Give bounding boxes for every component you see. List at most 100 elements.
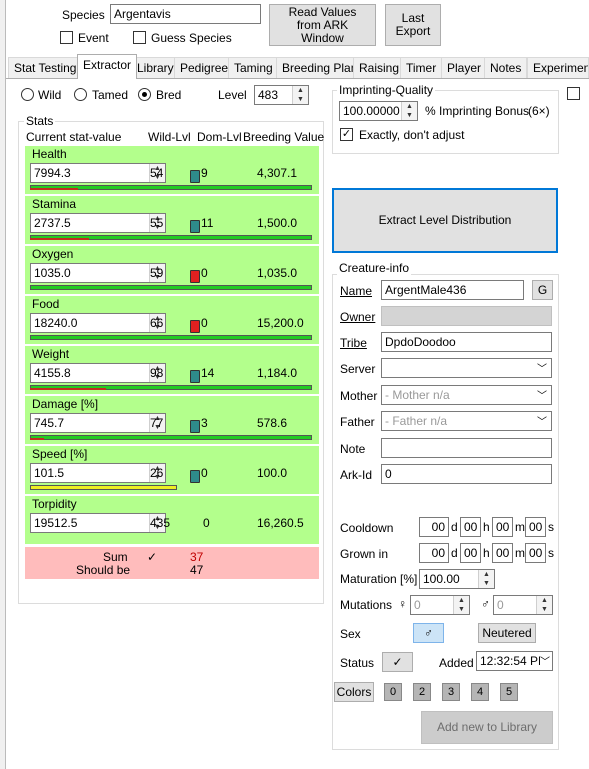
stat-value-input[interactable]: 1035.0 ▲ ▼ (30, 263, 166, 283)
imprinting-input[interactable]: 100.00000 ▲ ▼ (339, 101, 418, 121)
server-select[interactable]: ﹀ (381, 358, 552, 378)
ark-id-label: Ark-Id (340, 468, 373, 482)
stat-dom-level: 9 (201, 166, 208, 180)
stat-value-input[interactable]: 19512.5 ▲ ▼ (30, 513, 166, 533)
stat-dom-level: 0 (201, 266, 208, 280)
color-slot-button[interactable]: 4 (471, 683, 489, 701)
name-label[interactable]: Name (340, 284, 372, 298)
added-datetime[interactable]: 12:32:54 PM ﹀ (476, 651, 553, 671)
stat-value-input[interactable]: 101.5 ▲ ▼ (30, 463, 166, 483)
color-slot-button[interactable]: 2 (413, 683, 431, 701)
timer-s-input[interactable]: 00 (525, 543, 546, 563)
last-export-button[interactable]: Last Export (385, 4, 441, 46)
timer-h-input[interactable]: 00 (460, 543, 481, 563)
stat-dom-level: 0 (203, 516, 210, 530)
ark-id-input[interactable]: 0 (381, 464, 552, 484)
maturation-input[interactable]: 100.00 ▲ ▼ (419, 569, 495, 589)
tab-stat-testing[interactable]: Stat Testing (8, 57, 83, 78)
stat-value: 101.5 (34, 466, 65, 480)
read-values-button[interactable]: Read Values from ARK Window (269, 4, 376, 46)
mother-placeholder: - Mother n/a (385, 388, 450, 402)
locked-icon[interactable] (190, 270, 200, 283)
guess-species-checkbox[interactable] (133, 31, 146, 44)
tab-notes[interactable]: Notes (484, 57, 528, 78)
tab-pedigree[interactable]: Pedigree (174, 57, 235, 78)
neutered-button[interactable]: Neutered (478, 623, 536, 643)
stat-level-bar (30, 485, 177, 490)
tab-breeding-plan[interactable]: Breeding Plan (276, 57, 364, 78)
color-slot-button[interactable]: 3 (442, 683, 460, 701)
generate-name-button[interactable]: G (532, 280, 553, 300)
event-checkbox[interactable] (60, 31, 73, 44)
sex-button[interactable]: ♂ (413, 623, 444, 643)
mutations-female-input[interactable]: 0 ▲ ▼ (410, 595, 470, 615)
stat-wild-level-bar (30, 188, 78, 190)
mutations-female-spinner[interactable]: ▲ ▼ (453, 596, 469, 614)
level-input[interactable]: 483 ▲ ▼ (254, 85, 309, 105)
stat-name: Food (32, 297, 60, 311)
level-spinner[interactable]: ▲ ▼ (292, 86, 308, 104)
tribe-label[interactable]: Tribe (340, 336, 367, 350)
chevron-down-icon: ﹀ (537, 417, 547, 428)
species-input[interactable]: Argentavis (110, 4, 261, 24)
owner-label[interactable]: Owner (340, 310, 375, 324)
stat-value-input[interactable]: 2737.5 ▲ ▼ (30, 213, 166, 233)
unlocked-icon[interactable] (190, 420, 200, 433)
stat-value-input[interactable]: 4155.8 ▲ ▼ (30, 363, 166, 383)
tamed-radio[interactable] (74, 88, 87, 101)
timer-h-input[interactable]: 00 (460, 517, 481, 537)
color-slot-button[interactable]: 0 (384, 683, 402, 701)
tab-player[interactable]: Player (441, 57, 488, 78)
col-dom-lvl: Dom-Lvl (197, 130, 242, 144)
stat-breeding-value: 15,200.0 (257, 316, 304, 330)
exactly-checkbox[interactable]: ✓ (340, 128, 353, 141)
mutations-male-input[interactable]: 0 ▲ ▼ (493, 595, 553, 615)
stat-value: 19512.5 (34, 516, 78, 530)
timer-s-input[interactable]: 00 (525, 517, 546, 537)
tab-experimental[interactable]: Experimenta (527, 57, 589, 78)
tab-extractor[interactable]: Extractor (77, 54, 138, 79)
colors-button[interactable]: Colors (334, 682, 374, 702)
father-select[interactable]: - Father n/a ﹀ (381, 411, 552, 431)
timer-h-unit: h (483, 546, 490, 560)
timer-m-input[interactable]: 00 (492, 543, 513, 563)
extract-level-button[interactable]: Extract Level Distribution (332, 188, 558, 253)
locked-icon[interactable] (190, 320, 200, 333)
status-button[interactable]: ✓ (382, 652, 413, 672)
stat-wild-level-bar (30, 438, 44, 440)
wild-radio[interactable] (21, 88, 34, 101)
timer-d-input[interactable]: 00 (419, 517, 449, 537)
stat-value-input[interactable]: 745.7 ▲ ▼ (30, 413, 166, 433)
owner-input[interactable] (381, 306, 552, 326)
stat-row-food: Food 18240.0 ▲ ▼ 66 0 15,200.0 (25, 296, 319, 344)
stat-row-health: Health 7994.3 ▲ ▼ 54 9 4,307.1 (25, 146, 319, 194)
mutations-male-spinner[interactable]: ▲ ▼ (536, 596, 552, 614)
stat-value: 745.7 (34, 416, 65, 430)
imprinting-spinner[interactable]: ▲ ▼ (401, 102, 417, 120)
tab-library[interactable]: Library (131, 57, 180, 78)
note-input[interactable] (381, 438, 552, 458)
name-input[interactable]: ArgentMale436 (381, 280, 524, 300)
stat-value-input[interactable]: 18240.0 ▲ ▼ (30, 313, 166, 333)
note-label: Note (340, 442, 366, 456)
unlocked-icon[interactable] (190, 220, 200, 233)
add-to-library-button[interactable]: Add new to Library (421, 711, 553, 744)
tab-taming[interactable]: Taming (228, 57, 279, 78)
unlocked-icon[interactable] (190, 470, 200, 483)
right-edge-checkbox[interactable] (567, 87, 580, 100)
tab-timer[interactable]: Timer (400, 57, 443, 78)
color-slot-button[interactable]: 5 (500, 683, 518, 701)
unlocked-icon[interactable] (190, 370, 200, 383)
status-label: Status (340, 656, 375, 670)
bred-radio[interactable] (138, 88, 151, 101)
timer-d-input[interactable]: 00 (419, 543, 449, 563)
species-label: Species (62, 8, 105, 22)
maturation-spinner[interactable]: ▲ ▼ (478, 570, 494, 588)
timer-m-input[interactable]: 00 (492, 517, 513, 537)
stat-value-input[interactable]: 7994.3 ▲ ▼ (30, 163, 166, 183)
tab-raising[interactable]: Raising (353, 57, 406, 78)
unlocked-icon[interactable] (190, 170, 200, 183)
bred-label: Bred (156, 88, 182, 102)
tribe-input[interactable]: DpdoDoodoo (381, 332, 552, 352)
mother-select[interactable]: - Mother n/a ﹀ (381, 385, 552, 405)
